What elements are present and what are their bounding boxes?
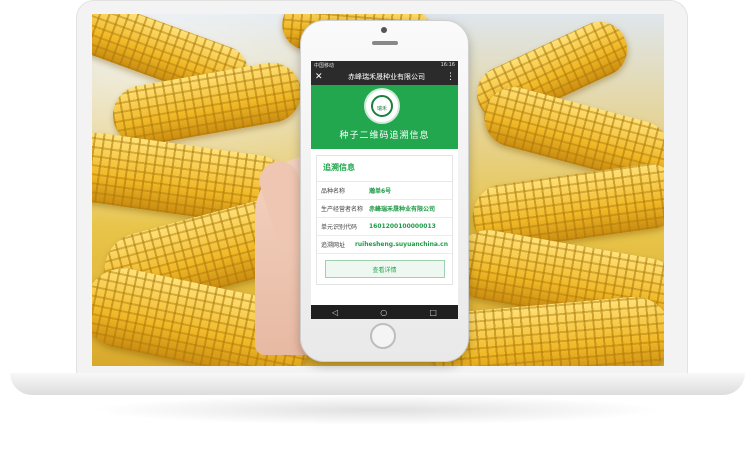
recent-apps-icon[interactable]: □ [429, 308, 437, 317]
logo-ring: 瑞禾 [371, 95, 393, 117]
logo-text: 瑞禾 [376, 106, 387, 112]
app-topbar: ✕ 赤峰瑞禾晟种业有限公司 ⋮ [311, 69, 458, 85]
info-row-trace-url: 追溯网址 ruihesheng.suyuanchina.cn [317, 236, 452, 254]
hero-banner: 瑞禾 种子二维码追溯信息 [311, 85, 458, 149]
row-value: 1601200100000013 [369, 223, 436, 230]
trace-card: 追溯信息 品种名称 瀚单6号 生产经营者名称 赤峰瑞禾晟种业有限公司 单元识别代… [316, 155, 453, 285]
section-title: 追溯信息 [317, 156, 452, 182]
home-icon[interactable]: ○ [380, 308, 387, 317]
smartphone: 中国移动 16:16 ✕ 赤峰瑞禾晟种业有限公司 ⋮ 瑞禾 种子二维码追溯信息 … [300, 20, 469, 362]
back-icon[interactable]: ◁ [332, 308, 338, 317]
carrier-text: 中国移动 [314, 62, 335, 69]
status-bar: 中国移动 16:16 [311, 61, 458, 69]
row-label: 单元识别代码 [321, 224, 358, 231]
laptop-base [10, 373, 745, 395]
front-camera [381, 27, 387, 33]
info-row-variety: 品种名称 瀚单6号 [317, 182, 452, 200]
phone-screen: 中国移动 16:16 ✕ 赤峰瑞禾晟种业有限公司 ⋮ 瑞禾 种子二维码追溯信息 … [311, 61, 458, 319]
trace-url-link[interactable]: ruihesheng.suyuanchina.cn [355, 241, 448, 248]
app-title: 赤峰瑞禾晟种业有限公司 [348, 73, 425, 81]
clock-text: 16:16 [440, 62, 455, 68]
info-row-producer: 生产经营者名称 赤峰瑞禾晟种业有限公司 [317, 200, 452, 218]
info-row-unit-code: 单元识别代码 1601200100000013 [317, 218, 452, 236]
row-value: 瀚单6号 [369, 188, 392, 195]
base-shadow [90, 395, 665, 425]
android-nav-bar: ◁ ○ □ [311, 305, 458, 319]
home-button[interactable] [370, 323, 396, 349]
row-label: 品种名称 [321, 188, 346, 195]
row-label: 追溯网址 [321, 242, 346, 249]
row-label: 生产经营者名称 [321, 206, 364, 213]
row-value: 赤峰瑞禾晟种业有限公司 [369, 206, 436, 213]
company-logo-icon: 瑞禾 [364, 88, 400, 124]
view-details-button[interactable]: 查看详情 [324, 260, 445, 278]
hero-title: 种子二维码追溯信息 [339, 131, 430, 141]
speaker [372, 41, 398, 45]
more-vert-icon[interactable]: ⋮ [446, 72, 455, 82]
close-icon[interactable]: ✕ [315, 72, 327, 82]
